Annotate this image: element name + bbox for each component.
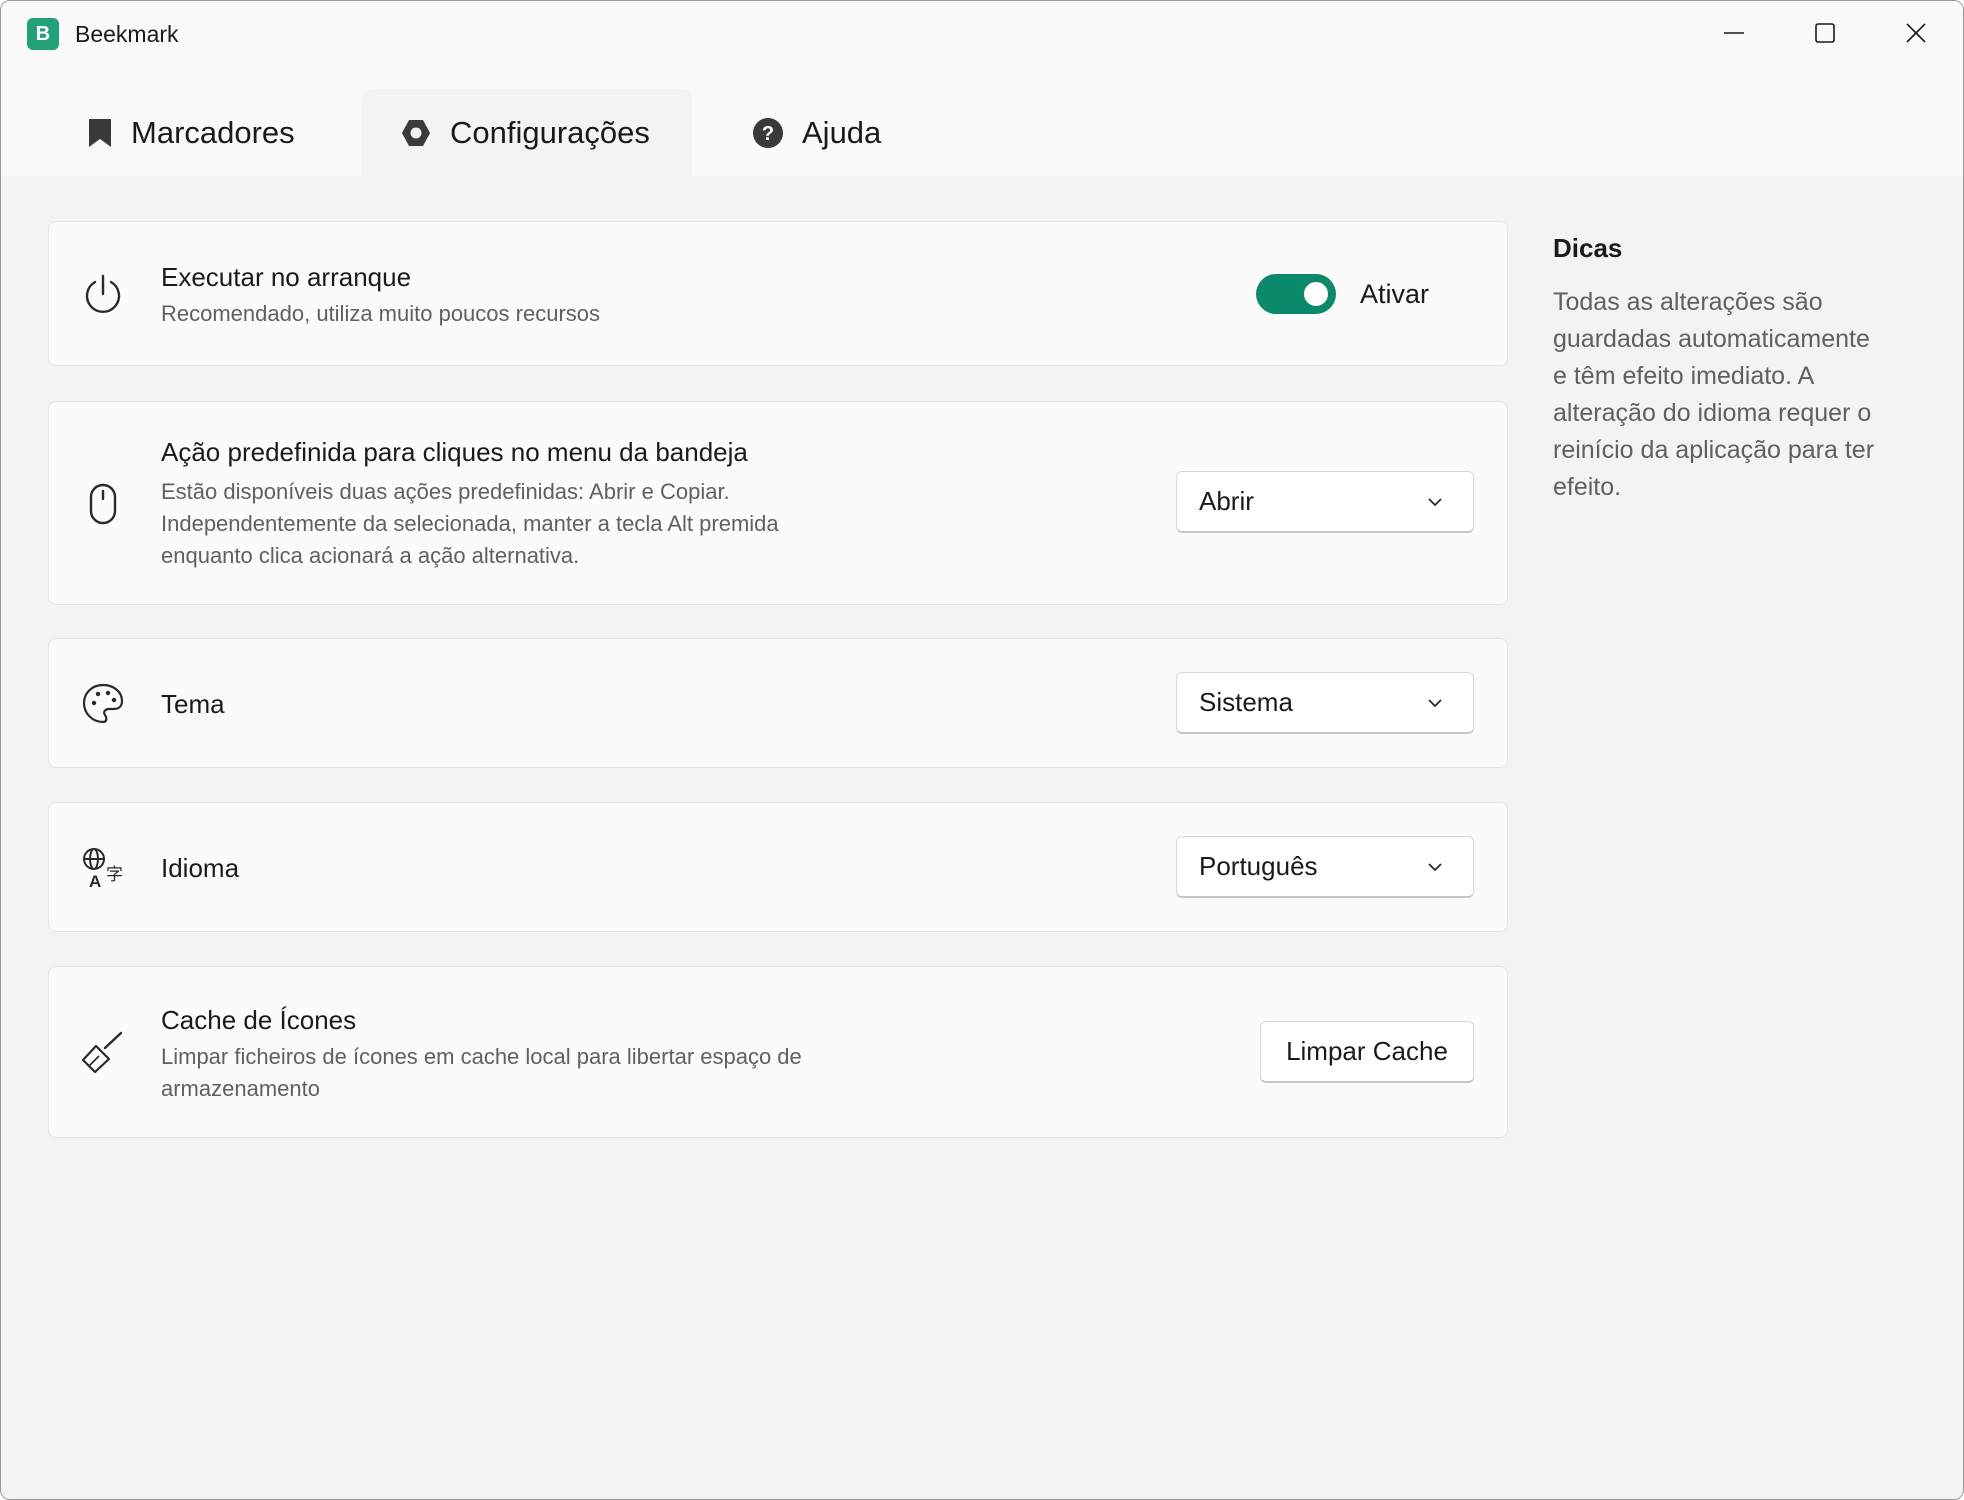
language-title: Idioma [161, 853, 240, 883]
tray-action-description-line: Estão disponíveis duas ações predefinida… [161, 479, 730, 504]
bookmark-icon [87, 117, 113, 149]
mouse-icon [81, 482, 125, 526]
theme-card: Tema Sistema [48, 638, 1508, 768]
toggle-knob [1304, 282, 1328, 306]
tips-line: guardadas automaticamente [1553, 325, 1870, 353]
tray-action-description-line: Independentemente da selecionada, manter… [161, 511, 779, 536]
startup-description: Recomendado, utiliza muito poucos recurs… [161, 301, 601, 326]
tray-action-card: Ação predefinida para cliques no menu da… [48, 401, 1508, 605]
tab-bookmarks-label: Marcadores [131, 114, 295, 150]
tray-action-description: Estão disponíveis duas ações predefinida… [161, 476, 779, 572]
power-icon [81, 272, 125, 316]
gear-icon [400, 117, 432, 149]
tray-action-dropdown[interactable]: Abrir [1176, 471, 1474, 533]
minimize-icon [1724, 32, 1744, 34]
minimize-button[interactable] [1689, 1, 1779, 65]
tab-settings-label: Configurações [450, 114, 650, 150]
tips-line: reinício da aplicação para ter [1553, 436, 1875, 464]
icon-cache-description-line: armazenamento [161, 1076, 320, 1101]
tray-action-selected: Abrir [1199, 486, 1254, 516]
svg-text:字: 字 [106, 865, 123, 885]
chevron-down-icon [1428, 863, 1442, 872]
tab-help-label: Ajuda [802, 114, 882, 150]
maximize-button[interactable] [1780, 1, 1870, 65]
tab-settings[interactable]: Configurações [362, 89, 692, 176]
close-button[interactable] [1871, 1, 1961, 65]
tips-title: Dicas [1553, 233, 1623, 263]
icon-cache-title: Cache de Ícones [161, 1005, 357, 1035]
tray-action-description-line: enquanto clica acionará a ação alternati… [161, 543, 580, 568]
tips-line: e têm efeito imediato. A [1553, 362, 1815, 390]
icon-cache-card: Cache de Ícones Limpar ficheiros de ícon… [48, 966, 1508, 1138]
icon-cache-description-line: Limpar ficheiros de ícones em cache loca… [161, 1044, 802, 1069]
svg-text:?: ? [762, 123, 774, 145]
tips-line: Todas as alterações são [1553, 288, 1823, 316]
close-icon [1906, 23, 1926, 43]
startup-toggle-label: Ativar [1360, 279, 1430, 309]
tray-action-title: Ação predefinida para cliques no menu da… [161, 437, 748, 467]
language-dropdown[interactable]: Português [1176, 836, 1474, 898]
tab-bar: Marcadores Configurações ? Ajuda [1, 71, 1963, 176]
language-card: A 字 Idioma Português [48, 802, 1508, 932]
theme-dropdown[interactable]: Sistema [1176, 672, 1474, 734]
tips-line: efeito. [1553, 473, 1622, 501]
startup-toggle[interactable] [1256, 274, 1336, 314]
icon-cache-description: Limpar ficheiros de ícones em cache loca… [161, 1041, 802, 1105]
app-title: Beekmark [75, 21, 179, 47]
palette-icon [81, 682, 125, 726]
startup-card: Executar no arranque Recomendado, utiliz… [48, 221, 1508, 366]
broom-icon [81, 1030, 125, 1074]
clear-cache-button[interactable]: Limpar Cache [1260, 1021, 1474, 1083]
tips-line: alteração do idioma requer o [1553, 399, 1872, 427]
svg-text:A: A [89, 872, 101, 890]
language-icon: A 字 [81, 846, 125, 890]
tips-text: Todas as alterações são guardadas automa… [1553, 284, 1923, 506]
language-selected: Português [1199, 851, 1318, 881]
chevron-down-icon [1428, 498, 1442, 507]
tab-bookmarks[interactable]: Marcadores [87, 89, 295, 176]
theme-selected: Sistema [1199, 687, 1293, 717]
chevron-down-icon [1428, 699, 1442, 708]
app-window: B Beekmark Marcadores Configurações ? Aj… [0, 0, 1964, 1500]
maximize-icon [1815, 23, 1835, 43]
startup-title: Executar no arranque [161, 262, 412, 292]
help-icon: ? [752, 117, 784, 149]
theme-title: Tema [161, 689, 225, 719]
app-logo-icon: B [27, 18, 59, 50]
title-bar: B Beekmark [1, 1, 1963, 71]
tab-help[interactable]: ? Ajuda [752, 89, 881, 176]
